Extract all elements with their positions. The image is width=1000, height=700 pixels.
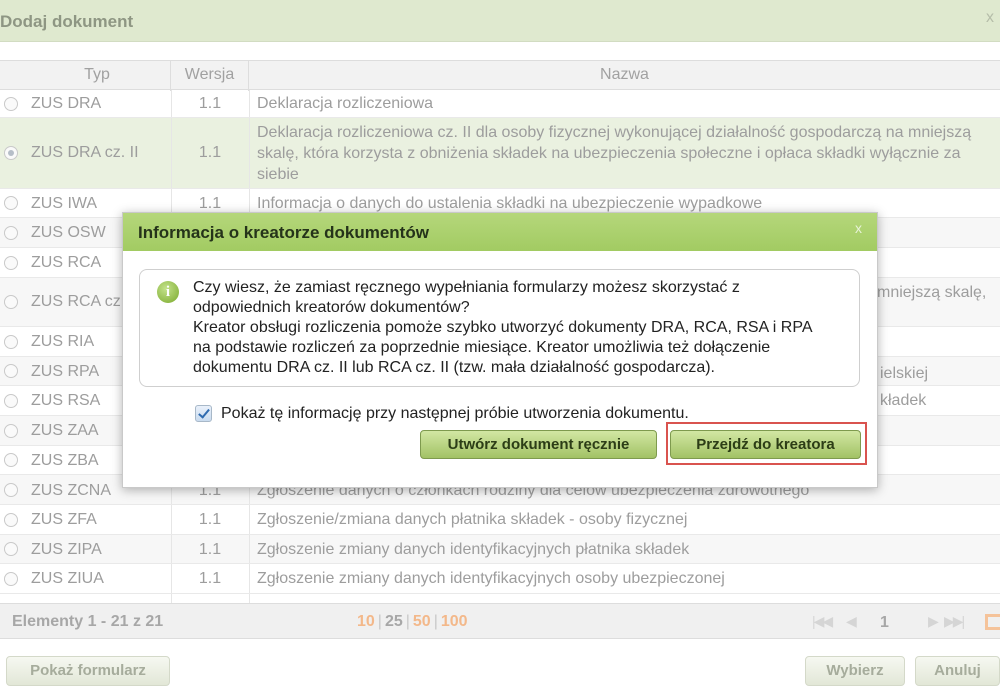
choose-button[interactable]: Wybierz [805,656,905,686]
refresh-icon[interactable] [985,614,1000,630]
info-icon: i [157,281,179,303]
info-line: odpowiednich kreatorów dokumentów? [193,299,470,316]
table-row[interactable]: ZUS DRA 1.1 Deklaracja rozliczeniowa [0,90,1000,118]
window-title: Dodaj dokument [0,12,134,31]
cell-type: ZUS DRA cz. II [31,144,139,161]
cell-type: ZUS RCA cz [31,293,121,310]
cell-type: ZUS ZCNA [31,482,111,499]
page-size-50[interactable]: 50 [413,613,431,630]
page-size-100[interactable]: 100 [441,613,468,630]
current-page: 1 [880,614,889,631]
row-radio[interactable] [4,364,18,378]
info-message: Czy wiesz, że zamiast ręcznego wypełnian… [193,278,853,378]
cell-name: Zgłoszenie zmiany danych identyfikacyjny… [257,541,690,558]
cell-type: ZUS ZIPA [31,541,102,558]
table-row-partial [0,594,1000,603]
info-line: dokumentu DRA cz. II lub RCA cz. II (tzw… [193,359,715,376]
cell-name: mniejszą skalę, [877,284,987,301]
row-radio[interactable] [4,146,18,160]
cell-name: Zgłoszenie zmiany danych identyfikacyjny… [257,570,725,587]
table-header: Typ Wersja Nazwa [0,60,1000,91]
table-row[interactable]: ZUS ZIPA 1.1 Zgłoszenie zmiany danych id… [0,535,1000,564]
wizard-button-highlight [666,422,867,465]
first-page-icon[interactable]: |◀◀ [812,613,833,630]
cell-type: ZUS ZIUA [31,570,104,587]
cell-name: Informacja o danych do ustalenia składki… [257,195,763,212]
cancel-button[interactable]: Anuluj [915,656,1000,686]
table-row[interactable]: ZUS ZFA 1.1 Zgłoszenie/zmiana danych pła… [0,505,1000,535]
dialog-close-icon[interactable]: x [855,220,862,236]
row-radio[interactable] [4,335,18,349]
cell-name: Zgłoszenie/zmiana danych płatnika składe… [257,511,688,528]
info-line: Kreator obsługi rozliczenia pomoże szybk… [193,319,813,336]
last-page-icon[interactable]: ▶▶| [944,613,965,630]
cell-type: ZUS RSA [31,392,101,409]
window-header: Dodaj dokument x [0,0,1000,42]
cell-type: ZUS DRA [31,95,102,112]
info-line: na podstawie rozliczeń za poprzednie mie… [193,339,771,356]
page-size-25[interactable]: 25 [385,613,403,630]
column-header-name[interactable]: Nazwa [249,61,1000,91]
wizard-info-dialog: Informacja o kreatorze dokumentów x i Cz… [122,212,878,488]
prev-page-icon[interactable]: ◀ [846,613,857,630]
info-message-box: i Czy wiesz, że zamiast ręcznego wypełni… [139,269,860,387]
cell-type: ZUS ZAA [31,422,99,439]
info-line: Czy wiesz, że zamiast ręcznego wypełnian… [193,279,740,296]
table-row[interactable]: ZUS ZIUA 1.1 Zgłoszenie zmiany danych id… [0,564,1000,594]
create-manually-button[interactable]: Utwórz dokument ręcznie [420,430,657,459]
row-radio[interactable] [4,424,18,438]
row-radio[interactable] [4,572,18,586]
row-radio[interactable] [4,256,18,270]
cell-type: ZUS ZBA [31,452,99,469]
cell-type: ZUS RCA [31,254,102,271]
row-radio[interactable] [4,394,18,408]
column-header-type[interactable]: Typ [0,61,171,91]
window-close-icon[interactable]: x [986,9,994,27]
cell-type: ZUS ZFA [31,511,97,528]
row-radio[interactable] [4,542,18,556]
row-radio[interactable] [4,196,18,210]
elements-count: Elementy 1 - 21 z 21 [12,613,164,630]
row-radio[interactable] [4,295,18,309]
table-row-selected[interactable]: ZUS DRA cz. II 1.1 Deklaracja rozliczeni… [0,118,1000,189]
dialog-title: Informacja o kreatorze dokumentów [138,223,429,242]
page-size-selector: 10 | 25 | 50 | 100 [357,613,468,630]
cell-type: ZUS IWA [31,195,98,212]
row-radio[interactable] [4,453,18,467]
row-radio[interactable] [4,483,18,497]
cell-version: 1.1 [198,570,222,587]
cell-type: ZUS RIA [31,333,95,350]
cell-name: ielskiej [880,365,929,382]
cell-type: ZUS RPA [31,363,100,380]
cell-name: kładek [880,392,927,409]
row-radio[interactable] [4,97,18,111]
show-again-checkbox[interactable] [195,405,212,422]
row-radio[interactable] [4,513,18,527]
show-form-button[interactable]: Pokaż formularz [6,656,170,686]
cell-version: 1.1 [198,95,222,112]
page-size-10[interactable]: 10 [357,613,375,630]
cell-version: 1.1 [198,541,222,558]
pager-bar: Elementy 1 - 21 z 21 10 | 25 | 50 | 100 |◀◀ ◀ … [0,603,1000,639]
cell-name: Deklaracja rozliczeniowa cz. II dla osob… [257,124,972,183]
cell-name: Deklaracja rozliczeniowa [257,95,434,112]
column-header-version[interactable]: Wersja [171,61,249,91]
dialog-header: Informacja o kreatorze dokumentów x [123,213,877,251]
cell-type: ZUS OSW [31,224,106,241]
cell-version: 1.1 [198,195,222,212]
next-page-icon[interactable]: ▶ [928,613,939,630]
cell-version: 1.1 [198,511,222,528]
show-again-label[interactable]: Pokaż tę informację przy następnej próbi… [221,405,689,423]
cell-version: 1.1 [198,144,222,161]
row-radio[interactable] [4,226,18,240]
